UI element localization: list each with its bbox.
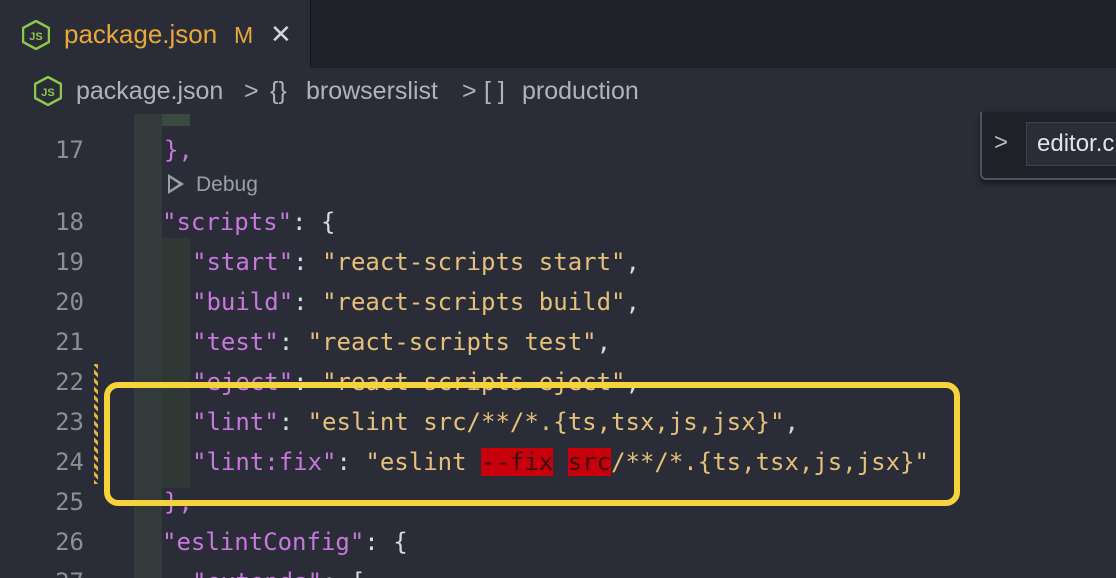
- line-number: 20: [55, 288, 84, 316]
- breadcrumb-browserslist[interactable]: browserslist: [306, 74, 438, 108]
- js-file-icon: JS: [22, 20, 50, 50]
- code-line: "scripts": {: [162, 208, 336, 236]
- code-editor[interactable]: 17 }, Debug 18 "scripts": { 19 "start": …: [0, 114, 1116, 578]
- tab-bar: JS package.json M ✕: [0, 0, 1116, 68]
- annotation-highlight-box: [104, 382, 960, 506]
- line-number: 26: [55, 528, 84, 556]
- chevron-right-icon: >: [244, 77, 259, 105]
- code-line: "test": "react-scripts test",: [192, 328, 612, 356]
- svg-text:JS: JS: [29, 31, 42, 43]
- chevron-right-icon: >: [462, 77, 477, 105]
- tab-package-json[interactable]: JS package.json M ✕: [0, 0, 311, 68]
- close-icon[interactable]: ✕: [270, 17, 292, 51]
- breadcrumb: JS package.json > {} browserslist > [ ] …: [0, 68, 1116, 114]
- code-line: "eslintConfig": {: [162, 528, 408, 556]
- modified-indicator: M: [234, 22, 254, 48]
- line-number: 27: [0, 562, 84, 578]
- array-symbol-icon: [ ]: [484, 77, 505, 105]
- object-symbol-icon: {}: [270, 77, 287, 105]
- line-number: 24: [55, 448, 84, 476]
- play-icon: [168, 174, 184, 195]
- line-number: 25: [55, 488, 84, 516]
- line-number: 23: [55, 408, 84, 436]
- js-file-icon: JS: [34, 76, 62, 106]
- tab-title: package.json: [64, 19, 218, 49]
- line-number: 19: [55, 248, 84, 276]
- code-line: "start": "react-scripts start",: [192, 248, 640, 276]
- indent-guide: [162, 114, 190, 126]
- code-line: },: [164, 136, 193, 164]
- debug-codelens-label: Debug: [196, 173, 258, 196]
- find-widget: > editor.c: [980, 112, 1116, 180]
- debug-codelens[interactable]: Debug: [168, 170, 258, 200]
- indent-guide: [134, 114, 162, 578]
- find-input[interactable]: editor.c: [1026, 122, 1116, 166]
- line-number: 22: [55, 368, 84, 396]
- svg-text:JS: JS: [41, 87, 54, 99]
- line-number: 17: [55, 136, 84, 164]
- line-number: 18: [55, 208, 84, 236]
- code-line: "extends": [: [192, 562, 365, 578]
- breadcrumb-production[interactable]: production: [522, 74, 639, 108]
- chevron-right-icon[interactable]: >: [994, 126, 1008, 160]
- breadcrumb-file[interactable]: package.json: [76, 74, 223, 108]
- line-number: 21: [55, 328, 84, 356]
- code-line: "build": "react-scripts build",: [192, 288, 640, 316]
- modified-lines-gutter-marker: [94, 364, 98, 484]
